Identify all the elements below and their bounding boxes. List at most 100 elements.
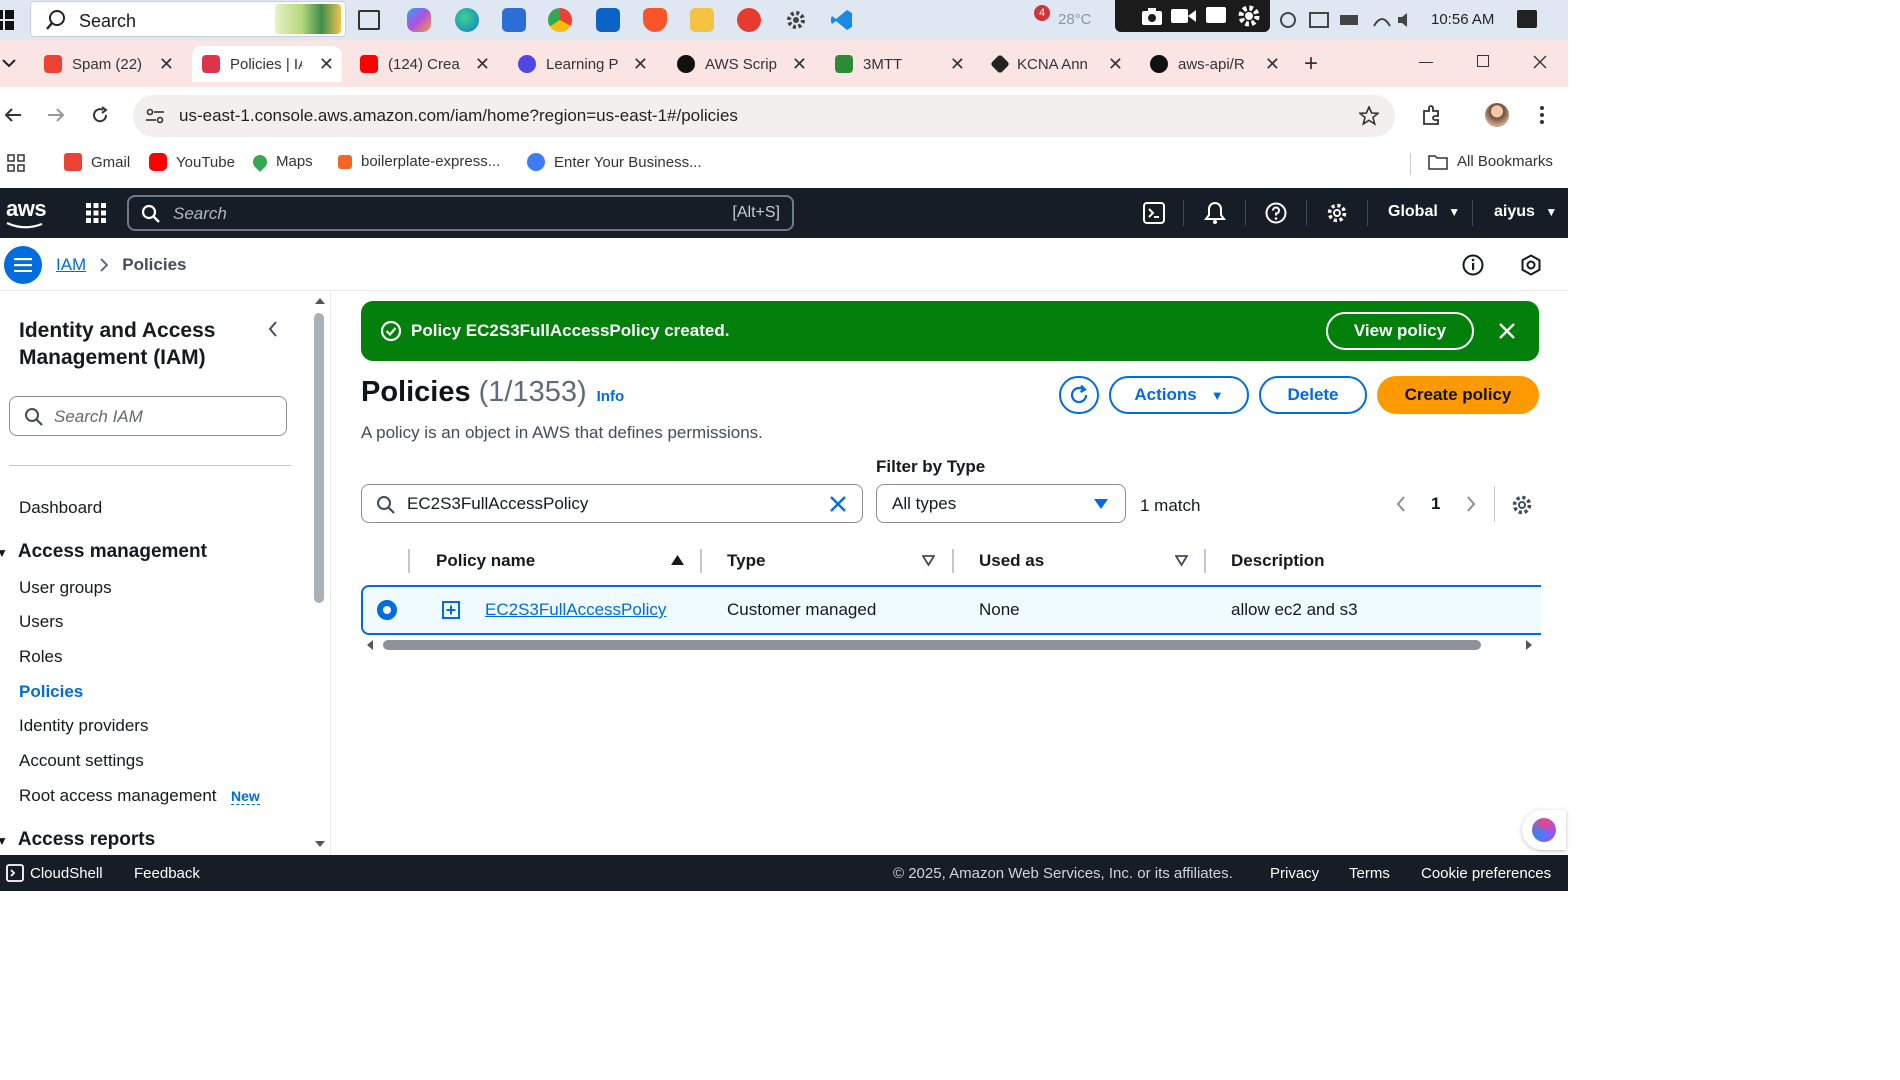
clock-time[interactable]: 10:56 AM <box>1431 11 1494 28</box>
video-camera-icon[interactable] <box>1171 8 1197 24</box>
edge-icon[interactable] <box>455 8 479 32</box>
assistant-brain-icon[interactable] <box>1522 810 1566 850</box>
collapse-sidebar-icon[interactable] <box>268 321 278 337</box>
notification-icon[interactable] <box>1517 10 1537 28</box>
info-link[interactable]: Info <box>597 388 625 405</box>
current-page-number[interactable]: 1 <box>1431 494 1440 514</box>
hexagon-settings-icon[interactable] <box>1520 254 1542 276</box>
settings-gear-icon[interactable] <box>1326 202 1348 224</box>
site-info-icon[interactable] <box>145 108 165 124</box>
close-tab-icon[interactable]: ✕ <box>319 54 334 75</box>
store-icon[interactable] <box>502 8 526 32</box>
close-tab-icon[interactable]: ✕ <box>1108 54 1123 75</box>
bookmark-boilerplate[interactable]: boilerplate-express... <box>338 153 500 170</box>
account-menu[interactable]: aiyus ▼ <box>1494 203 1557 221</box>
browser-tab[interactable]: Learning P ✕ <box>508 46 656 82</box>
tab-search-chevron-icon[interactable] <box>2 57 16 69</box>
close-tab-icon[interactable]: ✕ <box>950 54 965 75</box>
browser-tab[interactable]: (124) Creat ✕ <box>350 46 498 82</box>
next-page-icon[interactable] <box>1466 496 1476 512</box>
feedback-link[interactable]: Feedback <box>134 865 200 882</box>
browser-tab[interactable]: Spam (22) ✕ <box>34 46 182 82</box>
table-row[interactable]: EC2S3FullAccessPolicy Customer managed N… <box>361 585 1541 635</box>
browser-tab[interactable]: KCNA Ann ✕ <box>983 46 1131 82</box>
column-header-policy-name[interactable]: Policy name <box>436 551 686 571</box>
bookmark-maps[interactable]: Maps <box>250 151 313 172</box>
info-circle-icon[interactable] <box>1462 254 1484 276</box>
scroll-up-icon[interactable] <box>314 297 326 305</box>
all-bookmarks[interactable]: All Bookmarks <box>1428 153 1553 170</box>
brave-icon[interactable] <box>643 8 667 32</box>
aws-search-input[interactable]: Search [Alt+S] <box>127 195 794 231</box>
minimize-window-icon[interactable] <box>1419 62 1433 63</box>
vscode-icon[interactable] <box>830 8 854 32</box>
sidebar-item-identity-providers[interactable]: Identity providers <box>19 716 148 736</box>
forward-arrow-icon[interactable] <box>47 107 65 123</box>
windows-start-icon[interactable] <box>0 10 14 30</box>
services-grid-icon[interactable] <box>86 203 106 223</box>
cloudshell-footer-button[interactable]: CloudShell <box>6 864 103 882</box>
close-tab-icon[interactable]: ✕ <box>475 54 490 75</box>
expand-policy-icon[interactable] <box>442 601 460 619</box>
sidebar-item-roles[interactable]: Roles <box>19 647 62 667</box>
back-arrow-icon[interactable] <box>4 107 22 123</box>
column-header-description[interactable]: Description <box>1231 551 1325 571</box>
sidebar-section-access-management[interactable]: ▼ Access management <box>0 541 207 563</box>
scroll-left-icon[interactable] <box>366 639 374 651</box>
screen-icon[interactable] <box>1205 6 1229 26</box>
settings-gear-icon[interactable] <box>784 8 808 32</box>
previous-page-icon[interactable] <box>1396 496 1406 512</box>
task-view-icon[interactable] <box>358 10 380 30</box>
actions-dropdown-button[interactable]: Actions ▼ <box>1109 376 1249 414</box>
close-tab-icon[interactable]: ✕ <box>1265 54 1280 75</box>
file-explorer-icon[interactable] <box>690 8 714 32</box>
sidebar-item-user-groups[interactable]: User groups <box>19 578 112 598</box>
bookmark-gmail[interactable]: Gmail <box>64 153 130 171</box>
browser-tab[interactable]: AWS Script ✕ <box>667 46 815 82</box>
bookmark-star-icon[interactable] <box>1359 106 1379 126</box>
extensions-icon[interactable] <box>1421 104 1443 126</box>
table-preferences-gear-icon[interactable] <box>1511 494 1533 516</box>
taskbar-search[interactable]: Search <box>30 1 346 37</box>
outlook-icon[interactable] <box>596 8 620 32</box>
navigation-menu-button[interactable] <box>4 246 42 284</box>
terms-link[interactable]: Terms <box>1349 865 1390 882</box>
close-tab-icon[interactable]: ✕ <box>792 54 807 75</box>
column-header-used-as[interactable]: Used as <box>979 551 1189 571</box>
settings-icon[interactable] <box>1237 4 1261 28</box>
browser-menu-icon[interactable] <box>1540 106 1544 124</box>
wps-icon[interactable] <box>737 8 761 32</box>
sidebar-item-dashboard[interactable]: Dashboard <box>19 498 102 518</box>
sidebar-item-policies[interactable]: Policies <box>19 682 83 702</box>
view-policy-button[interactable]: View policy <box>1326 312 1474 350</box>
copilot-icon[interactable] <box>407 8 431 32</box>
profile-avatar[interactable] <box>1485 103 1509 127</box>
refresh-button[interactable] <box>1059 376 1099 414</box>
sidebar-search-input[interactable]: Search IAM <box>9 396 287 436</box>
reload-icon[interactable] <box>91 106 109 124</box>
restore-window-icon[interactable] <box>1477 55 1489 67</box>
chrome-icon[interactable] <box>548 8 572 32</box>
row-radio-selected[interactable] <box>377 600 397 620</box>
notifications-bell-icon[interactable] <box>1204 201 1226 225</box>
weather-widget[interactable]: 4 28°C <box>1022 5 1112 34</box>
browser-tab[interactable]: 3MTT ✕ <box>825 46 973 82</box>
sidebar-item-root-access-management[interactable]: Root access management New <box>19 786 260 806</box>
scroll-down-icon[interactable] <box>314 840 326 848</box>
close-window-icon[interactable] <box>1533 55 1547 69</box>
sidebar-section-access-reports[interactable]: ▼ Access reports <box>0 829 155 851</box>
filter-type-select[interactable]: All types <box>876 484 1126 523</box>
new-tab-button[interactable]: + <box>1304 50 1318 78</box>
dismiss-close-icon[interactable] <box>1498 322 1516 340</box>
delete-button[interactable]: Delete <box>1259 376 1367 414</box>
aws-logo[interactable]: aws <box>6 196 47 230</box>
horizontal-scrollbar[interactable] <box>383 640 1481 650</box>
browser-tab-active[interactable]: Policies | IA ✕ <box>192 46 342 82</box>
column-header-type[interactable]: Type <box>727 551 937 571</box>
bookmark-youtube[interactable]: YouTube <box>149 153 235 171</box>
camera-icon[interactable] <box>1141 6 1163 26</box>
scroll-right-icon[interactable] <box>1525 639 1533 651</box>
region-selector[interactable]: Global ▼ <box>1388 203 1460 221</box>
sidebar-item-account-settings[interactable]: Account settings <box>19 751 144 771</box>
cloudshell-icon[interactable] <box>1143 202 1165 224</box>
